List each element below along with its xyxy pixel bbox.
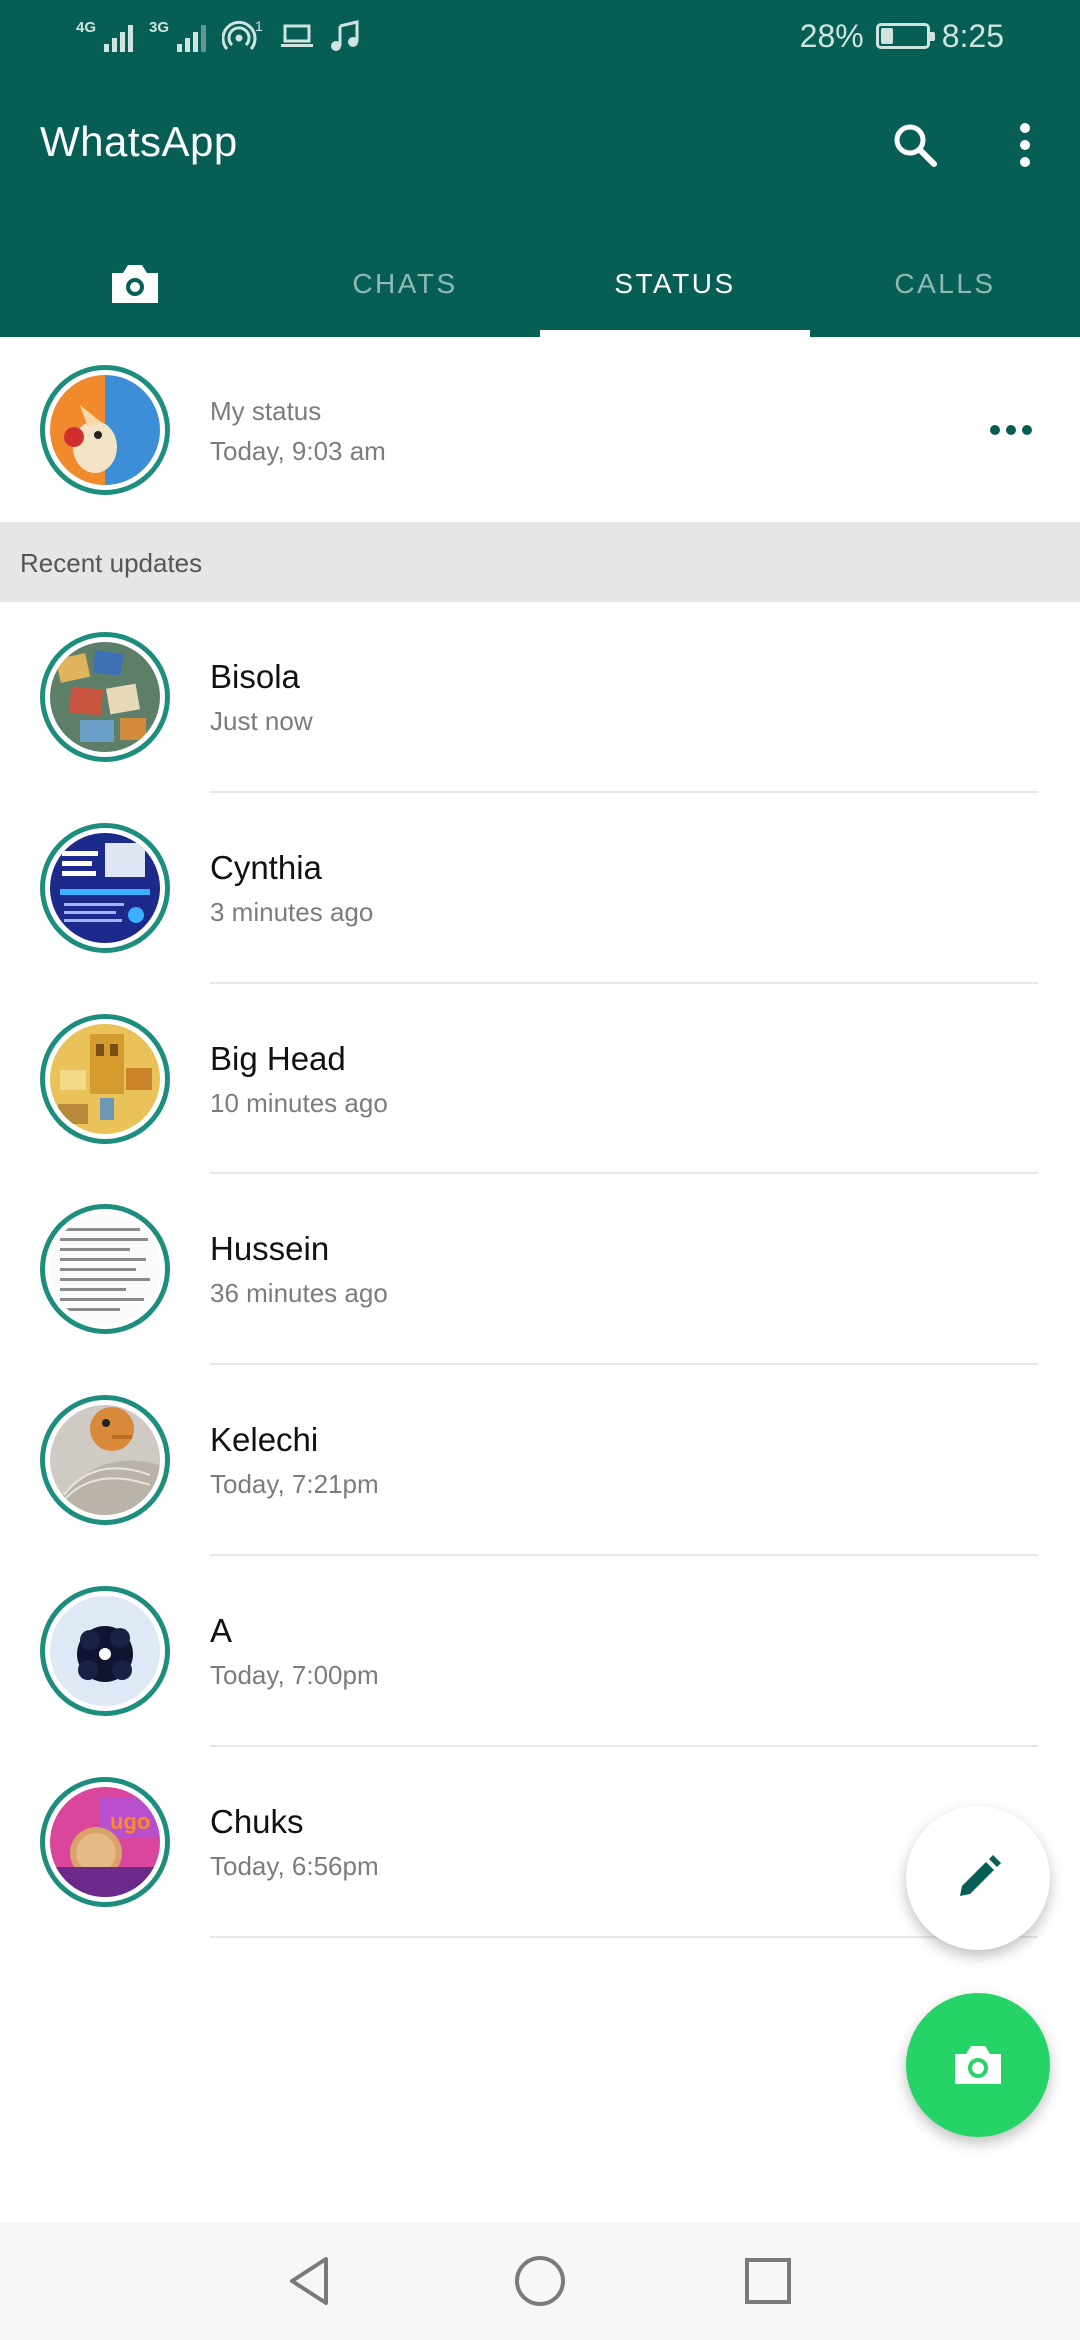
my-status-time: Today, 9:03 am [210, 436, 386, 466]
tab-status[interactable]: STATUS [540, 230, 810, 337]
nav-recents-button[interactable] [733, 2246, 803, 2316]
battery-level [880, 28, 893, 44]
tab-status-label: STATUS [614, 267, 736, 299]
tab-calls[interactable]: CALLS [810, 230, 1080, 337]
status-avatar-ring [40, 1204, 170, 1335]
contact-name: Hussein [210, 1230, 330, 1268]
status-list-item[interactable]: Hussein 36 minutes ago [0, 1174, 1080, 1366]
text-status-button[interactable] [906, 1806, 1050, 1950]
section-title: Recent updates [20, 548, 203, 578]
hotspot-icon: 1 [222, 19, 263, 50]
contact-name: Chuks [210, 1802, 304, 1840]
search-icon [894, 124, 937, 167]
tab-chats[interactable]: CHATS [270, 230, 540, 337]
search-button[interactable] [880, 110, 950, 180]
contact-name: Kelechi [210, 1421, 319, 1459]
avatar: ugo [50, 1786, 160, 1897]
status-list-item[interactable]: Big Head 10 minutes ago [0, 984, 1080, 1175]
status-list-item[interactable]: Kelechi Today, 7:21pm [0, 1365, 1080, 1556]
battery-icon [875, 23, 935, 49]
active-tab-indicator [540, 330, 810, 337]
contact-name: Cynthia [210, 848, 322, 886]
signal-icon: 3G [149, 20, 206, 52]
status-avatar-ring [40, 1586, 170, 1716]
status-time: Today, 7:00pm [210, 1660, 379, 1690]
tab-chats-label: CHATS [352, 267, 458, 299]
signal-icon: 4G [76, 20, 133, 52]
my-status-menu-button[interactable] [978, 412, 1044, 448]
contact-name: Big Head [210, 1039, 346, 1077]
avatar [50, 1214, 160, 1325]
more-vert-icon [1020, 123, 1030, 167]
more-horiz-icon [990, 425, 1000, 435]
camera-status-button[interactable] [906, 1993, 1050, 2137]
recents-icon [745, 2258, 791, 2304]
contact-name: A [210, 1612, 233, 1649]
status-time: 3 minutes ago [210, 896, 374, 927]
clock: 8:25 [941, 17, 1004, 54]
avatar [50, 1405, 160, 1516]
pencil-icon [960, 1855, 1001, 1896]
network-type-label: 3G [149, 19, 170, 36]
status-time: Today, 7:21pm [210, 1469, 379, 1500]
camera-icon [112, 264, 158, 303]
back-icon [290, 2257, 328, 2305]
status-avatar-ring [40, 632, 170, 762]
camera-icon [955, 2046, 1001, 2084]
status-time: Today, 6:56pm [210, 1850, 379, 1881]
avatar [50, 375, 160, 485]
row-divider [210, 1935, 1038, 1938]
system-nav-bar [0, 2222, 1080, 2340]
svg-text:1: 1 [255, 19, 263, 34]
laptop-icon [281, 24, 313, 47]
more-horiz-dot [1006, 425, 1016, 435]
status-time: 36 minutes ago [210, 1278, 388, 1309]
status-list-item[interactable]: Cynthia 3 minutes ago [0, 793, 1080, 984]
status-list-item[interactable]: Bisola Just now [0, 602, 1080, 793]
home-icon [515, 2256, 565, 2306]
status-bar: 4G 3G 1 28% 8:25 [0, 0, 1080, 72]
status-list-item[interactable]: A Today, 7:00pm [0, 1556, 1080, 1747]
my-status-label: My status [210, 396, 322, 426]
avatar [50, 1023, 160, 1134]
status-time: Just now [210, 706, 313, 736]
status-bar-right: 28% 8:25 [800, 14, 1004, 58]
contact-name: Bisola [210, 658, 300, 695]
app-title: WhatsApp [40, 118, 238, 165]
avatar [50, 642, 160, 752]
status-avatar-ring [40, 822, 170, 953]
battery-percent: 28% [799, 17, 864, 54]
avatar [50, 832, 160, 943]
nav-back-button[interactable] [274, 2246, 344, 2316]
recent-updates-header: Recent updates [0, 522, 1080, 602]
tab-camera[interactable] [0, 230, 270, 337]
svg-text:ugo: ugo [110, 1809, 150, 1834]
status-bar-left: 4G 3G 1 [76, 14, 360, 58]
nav-home-button[interactable] [505, 2246, 575, 2316]
music-note-icon [331, 20, 359, 51]
app-bar: 4G 3G 1 28% 8:25 WhatsApp CHATS STATUS C… [0, 0, 1080, 337]
status-avatar-ring: ugo [40, 1776, 170, 1907]
network-type-label: 4G [76, 19, 97, 36]
avatar [50, 1596, 160, 1706]
tab-bar: CHATS STATUS CALLS [0, 230, 1080, 337]
status-time: 10 minutes ago [210, 1087, 388, 1118]
status-avatar-ring [40, 1013, 170, 1144]
more-horiz-dot [1022, 425, 1032, 435]
more-options-button[interactable] [1000, 110, 1050, 180]
tab-calls-label: CALLS [894, 267, 996, 299]
my-status-row[interactable] [0, 337, 1080, 522]
my-status-avatar-ring [40, 365, 170, 495]
status-avatar-ring [40, 1395, 170, 1526]
